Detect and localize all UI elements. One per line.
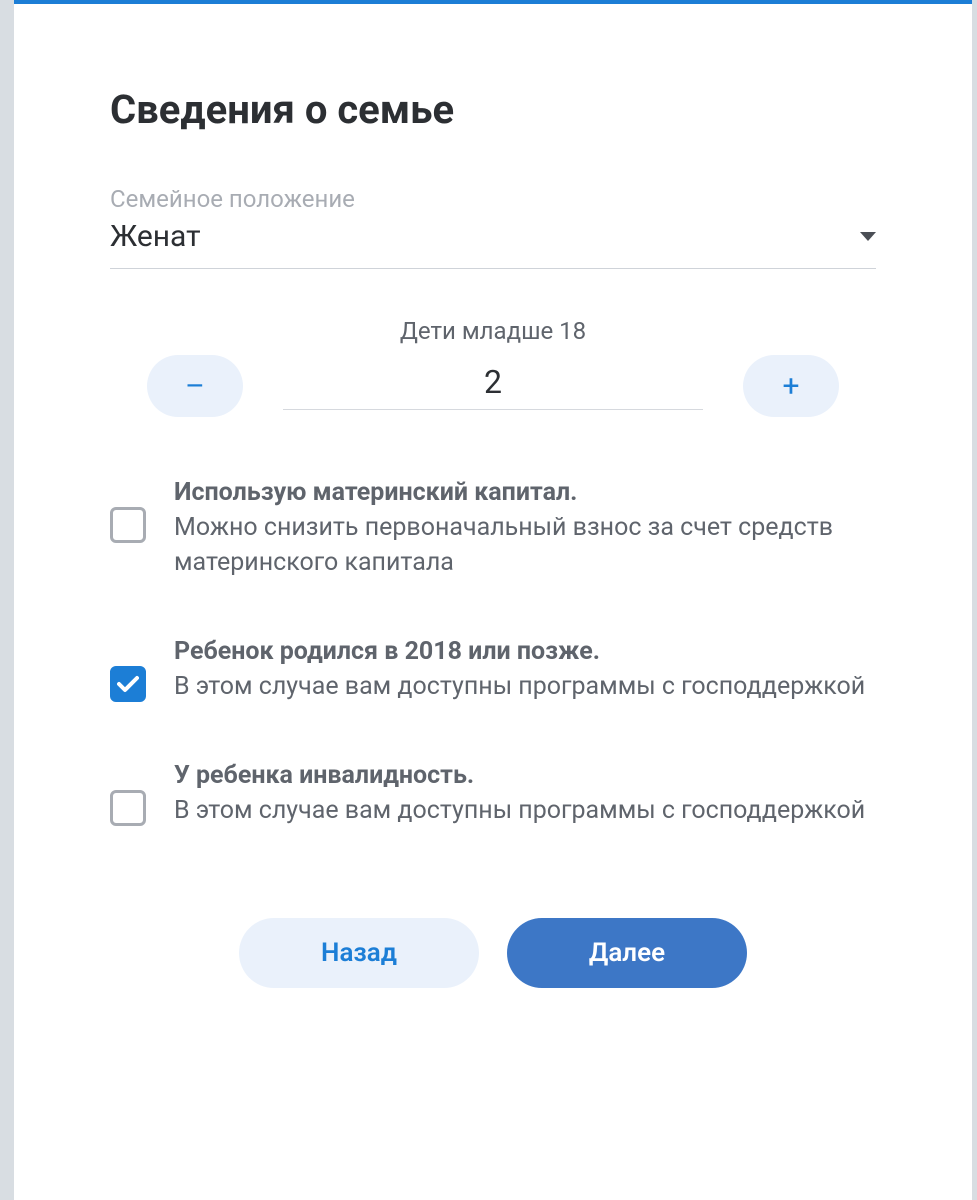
option-text: У ребенка инвалидность. В этом случае ва… bbox=[174, 758, 865, 828]
increment-button[interactable]: + bbox=[743, 355, 839, 417]
marital-status-value: Женат bbox=[110, 219, 201, 254]
children-count-value: 2 bbox=[283, 363, 703, 401]
option-child-disability: У ребенка инвалидность. В этом случае ва… bbox=[110, 758, 876, 828]
decrement-button[interactable]: – bbox=[147, 355, 243, 417]
children-stepper: Дети младше 18 – 2 + bbox=[110, 317, 876, 417]
option-maternity-capital: Использую материнский капитал. Можно сни… bbox=[110, 475, 876, 580]
marital-status-label: Семейное положение bbox=[110, 185, 876, 213]
form-card: Сведения о семье Семейное положение Жена… bbox=[14, 0, 972, 1200]
option-title: Ребенок родился в 2018 или позже. bbox=[174, 637, 600, 666]
option-desc: В этом случае вам доступны программы с г… bbox=[174, 796, 865, 825]
option-text: Использую материнский капитал. Можно сни… bbox=[174, 475, 876, 580]
marital-status-select[interactable]: Женат bbox=[110, 219, 876, 269]
button-row: Назад Далее bbox=[110, 918, 876, 988]
next-button[interactable]: Далее bbox=[507, 918, 747, 988]
chevron-down-icon bbox=[860, 232, 876, 241]
option-desc: Можно снизить первоначальный взнос за сч… bbox=[174, 513, 833, 577]
option-title: У ребенка инвалидность. bbox=[174, 761, 474, 790]
page-title: Сведения о семье bbox=[110, 86, 876, 133]
checkbox-child-disability[interactable] bbox=[110, 790, 146, 826]
checkbox-child-2018[interactable] bbox=[110, 666, 146, 702]
back-button[interactable]: Назад bbox=[239, 918, 479, 988]
option-child-2018: Ребенок родился в 2018 или позже. В этом… bbox=[110, 634, 876, 704]
checkbox-maternity-capital[interactable] bbox=[110, 507, 146, 543]
option-desc: В этом случае вам доступны программы с г… bbox=[174, 672, 865, 701]
children-count-field[interactable]: 2 bbox=[283, 363, 703, 410]
option-text: Ребенок родился в 2018 или позже. В этом… bbox=[174, 634, 865, 704]
option-title: Использую материнский капитал. bbox=[174, 478, 577, 507]
children-label: Дети младше 18 bbox=[110, 317, 876, 345]
